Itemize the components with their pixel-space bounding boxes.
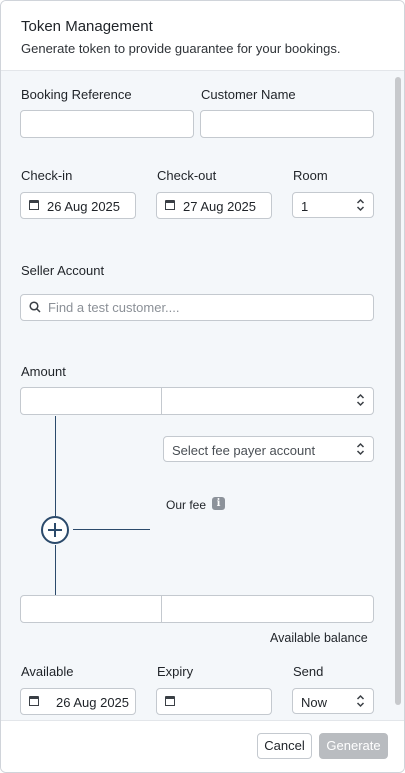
chevron-updown-icon (356, 442, 365, 456)
booking-reference-input[interactable] (20, 110, 194, 138)
fee-payer-select[interactable]: Select fee payer account (163, 436, 374, 462)
modal-subtitle: Generate token to provide guarantee for … (21, 41, 341, 56)
room-value: 1 (301, 199, 309, 214)
check-out-label: Check-out (157, 168, 217, 183)
modal-footer: Cancel Generate (1, 720, 404, 772)
cancel-button[interactable]: Cancel (257, 733, 312, 759)
form-body: Booking Reference Customer Name Check-in… (1, 71, 404, 720)
info-icon[interactable]: i (212, 497, 225, 510)
seller-account-placeholder: Find a test customer.... (48, 300, 180, 315)
customer-name-label: Customer Name (201, 87, 296, 102)
chevron-updown-icon (356, 198, 365, 212)
send-label: Send (293, 664, 324, 679)
fee-payer-placeholder: Select fee payer account (172, 443, 316, 458)
modal-header: Token Management Generate token to provi… (1, 1, 404, 71)
calendar-icon (165, 696, 175, 706)
form-scrollbar-thumb[interactable] (395, 77, 401, 705)
amount-label: Amount (21, 364, 66, 379)
connector-line-lower (55, 545, 56, 595)
seller-account-label: Seller Account (21, 263, 105, 278)
check-in-label: Check-in (21, 168, 73, 183)
calendar-icon (165, 200, 175, 210)
token-management-modal: Token Management Generate token to provi… (0, 0, 405, 773)
send-select[interactable]: Now (292, 688, 374, 714)
amount-currency-select[interactable] (162, 388, 373, 414)
our-fee-label: Our fee (166, 498, 207, 512)
connector-line-upper (55, 416, 56, 516)
chevron-updown-icon (356, 694, 365, 708)
booking-reference-label: Booking Reference (21, 87, 132, 102)
room-select[interactable]: 1 (292, 192, 374, 218)
calendar-icon (29, 696, 39, 706)
search-icon (29, 301, 41, 313)
check-in-date-input[interactable]: 26 Aug 2025 (20, 192, 136, 219)
calendar-icon (29, 200, 39, 210)
modal-title: Token Management (21, 18, 153, 35)
balance-group (20, 595, 374, 623)
plus-circle-icon[interactable] (41, 516, 69, 544)
check-in-value: 26 Aug 2025 (47, 199, 121, 214)
seller-account-search-input[interactable]: Find a test customer.... (20, 294, 374, 321)
check-out-value: 27 Aug 2025 (183, 199, 257, 214)
connector-line-horizontal (73, 529, 150, 530)
balance-input[interactable] (21, 596, 161, 622)
amount-input[interactable] (21, 388, 161, 414)
form-scrollbar[interactable] (392, 71, 404, 720)
balance-currency-field[interactable] (162, 596, 373, 622)
expiry-label: Expiry (157, 664, 194, 679)
send-value: Now (301, 695, 328, 710)
available-label: Available (21, 664, 74, 679)
chevron-updown-icon (356, 393, 365, 407)
available-value: 26 Aug 2025 (56, 695, 130, 710)
expiry-date-input[interactable] (156, 688, 272, 715)
available-balance-label: Available balance (270, 631, 368, 645)
room-label: Room (293, 168, 328, 183)
amount-group (20, 387, 374, 415)
check-out-date-input[interactable]: 27 Aug 2025 (156, 192, 272, 219)
customer-name-input[interactable] (200, 110, 374, 138)
available-date-input[interactable]: 26 Aug 2025 (20, 688, 136, 715)
generate-button[interactable]: Generate (319, 733, 388, 759)
